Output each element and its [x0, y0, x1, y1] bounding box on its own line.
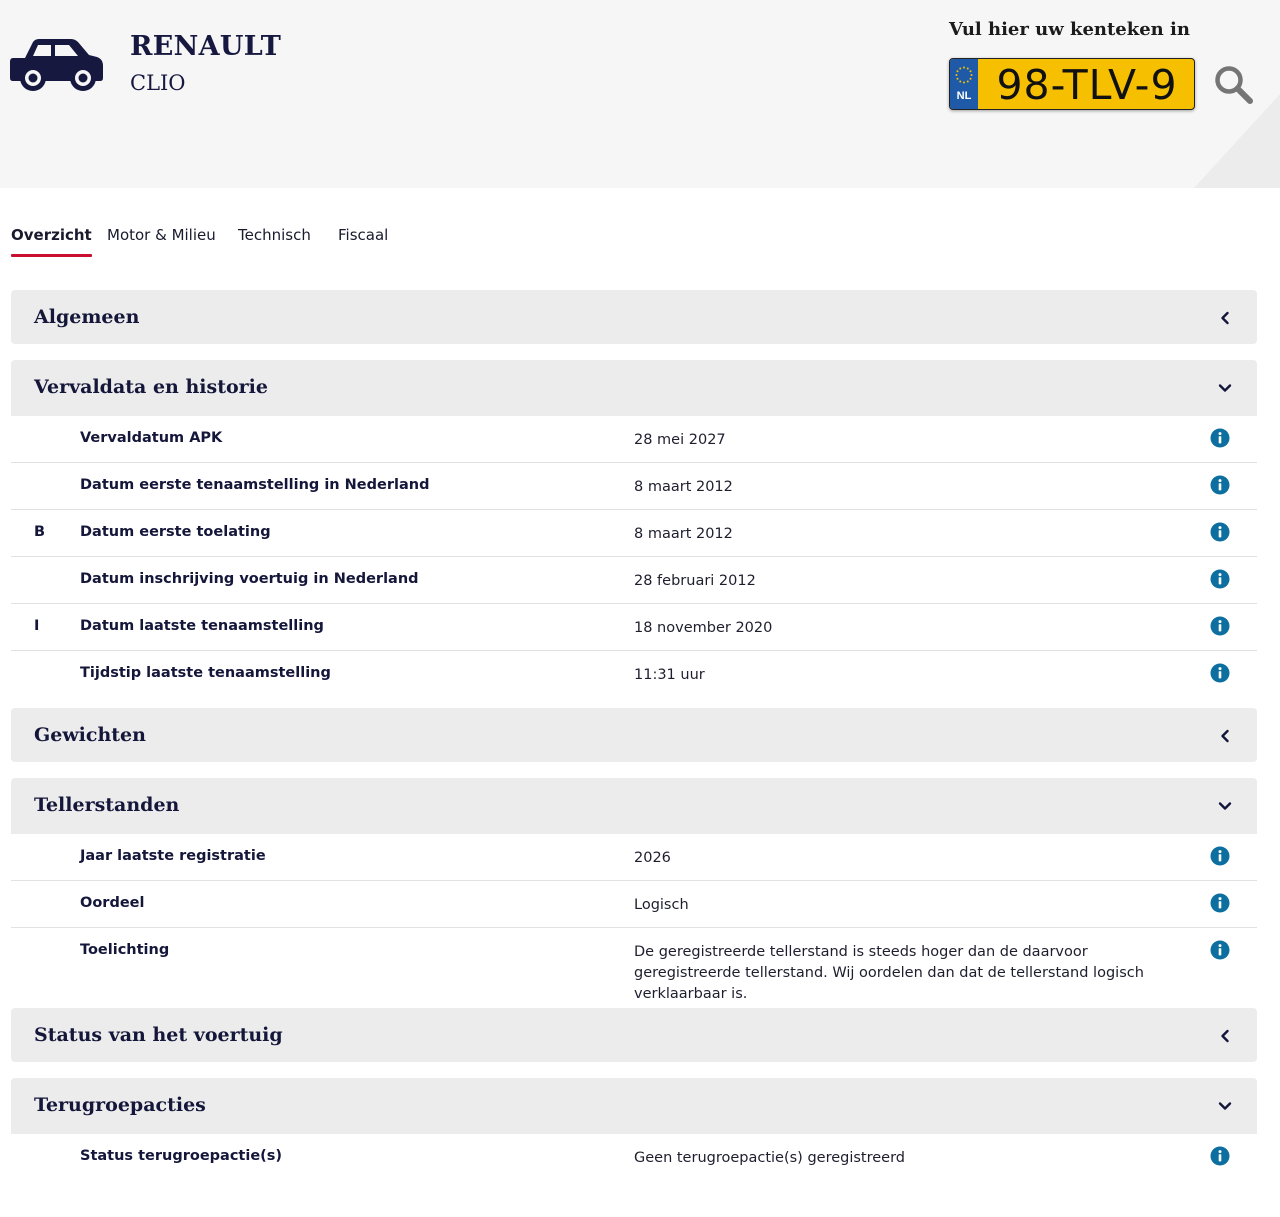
section-title: Algemeen	[34, 306, 140, 328]
section-header-tellerstanden[interactable]: Tellerstanden	[11, 778, 1257, 834]
info-icon[interactable]	[1210, 893, 1230, 913]
row-value: 2026	[634, 850, 671, 866]
row-label: Datum inschrijving voertuig in Nederland	[80, 571, 419, 587]
license-plate-input[interactable]: NL 98-TLV-9	[949, 58, 1195, 110]
tab-overzicht[interactable]: Overzicht	[11, 226, 92, 257]
row-code: B	[34, 524, 46, 540]
row-label: Status terugroepactie(s)	[80, 1148, 283, 1164]
row-value: 28 februari 2012	[634, 573, 756, 589]
section-header-algemeen[interactable]: Algemeen	[11, 290, 1257, 344]
table-row: Vervaldatum APK 28 mei 2027	[11, 416, 1257, 463]
table-row: B Datum eerste toelating 8 maart 2012	[11, 510, 1257, 557]
chevron-down-icon[interactable]	[1217, 1098, 1233, 1114]
chevron-left-icon[interactable]	[1217, 310, 1233, 326]
vehicle-model: CLIO	[130, 71, 186, 95]
row-label: Datum laatste tenaamstelling	[80, 618, 324, 634]
chevron-left-icon[interactable]	[1217, 728, 1233, 744]
row-value: 8 maart 2012	[634, 526, 733, 542]
search-icon[interactable]	[1213, 64, 1255, 106]
plate-number[interactable]: 98-TLV-9	[980, 59, 1194, 109]
row-label: Oordeel	[80, 895, 145, 911]
section-title: Status van het voertuig	[34, 1024, 283, 1046]
table-row: Oordeel Logisch	[11, 881, 1257, 928]
chevron-down-icon[interactable]	[1217, 798, 1233, 814]
row-value: Logisch	[634, 897, 689, 913]
vehicle-brand: RENAULT	[130, 31, 282, 62]
section-header-terugroepacties[interactable]: Terugroepacties	[11, 1078, 1257, 1134]
info-icon[interactable]	[1210, 569, 1230, 589]
section-tellerstanden: Tellerstanden Jaar laatste registratie 2…	[11, 778, 1257, 1002]
eu-flag-strip: NL	[950, 59, 978, 109]
row-label: Datum eerste tenaamstelling in Nederland	[80, 477, 430, 493]
tab-motor-milieu[interactable]: Motor & Milieu	[107, 226, 216, 244]
table-row: I Datum laatste tenaamstelling 18 novemb…	[11, 604, 1257, 651]
section-header-vervaldata[interactable]: Vervaldata en historie	[11, 360, 1257, 416]
section-vervaldata-historie: Vervaldata en historie Vervaldatum APK 2…	[11, 360, 1257, 697]
row-label: Jaar laatste registratie	[80, 848, 266, 864]
section-title: Gewichten	[34, 724, 146, 746]
info-icon[interactable]	[1210, 475, 1230, 495]
info-icon[interactable]	[1210, 522, 1230, 542]
tab-fiscaal[interactable]: Fiscaal	[338, 226, 388, 244]
section-title: Tellerstanden	[34, 794, 180, 816]
info-icon[interactable]	[1210, 940, 1230, 960]
chevron-left-icon[interactable]	[1217, 1028, 1233, 1044]
page-header: RENAULT CLIO Vul hier uw kenteken in NL …	[0, 0, 1280, 188]
eu-stars-icon	[955, 66, 973, 84]
section-status-voertuig: Status van het voertuig	[11, 1008, 1257, 1062]
row-label: Vervaldatum APK	[80, 430, 223, 446]
info-icon[interactable]	[1210, 663, 1230, 683]
row-value: 11:31 uur	[634, 667, 705, 683]
section-gewichten: Gewichten	[11, 708, 1257, 762]
row-value: Geen terugroepactie(s) geregistreerd	[634, 1150, 906, 1166]
table-row: Status terugroepactie(s) Geen terugroepa…	[11, 1134, 1257, 1180]
section-algemeen: Algemeen	[11, 290, 1257, 344]
row-label: Tijdstip laatste tenaamstelling	[80, 665, 331, 681]
row-value: 18 november 2020	[634, 620, 773, 636]
section-terugroepacties: Terugroepacties Status terugroepactie(s)…	[11, 1078, 1257, 1180]
row-value: De geregistreerde tellerstand is steeds …	[634, 944, 1144, 1002]
plate-input-label: Vul hier uw kenteken in	[949, 19, 1190, 40]
row-code: I	[34, 618, 40, 634]
section-title: Terugroepacties	[34, 1094, 206, 1116]
info-icon[interactable]	[1210, 1146, 1230, 1166]
info-icon[interactable]	[1210, 428, 1230, 448]
row-value: 28 mei 2027	[634, 432, 726, 448]
table-row: Jaar laatste registratie 2026	[11, 834, 1257, 881]
info-icon[interactable]	[1210, 616, 1230, 636]
row-value: 8 maart 2012	[634, 479, 733, 495]
tab-technisch[interactable]: Technisch	[238, 226, 311, 244]
car-icon	[10, 39, 103, 91]
header-corner-decoration	[1194, 94, 1280, 188]
table-row: Datum inschrijving voertuig in Nederland…	[11, 557, 1257, 604]
row-label: Datum eerste toelating	[80, 524, 271, 540]
plate-country-code: NL	[956, 90, 972, 102]
section-header-status[interactable]: Status van het voertuig	[11, 1008, 1257, 1062]
section-title: Vervaldata en historie	[34, 376, 268, 398]
chevron-down-icon[interactable]	[1217, 380, 1233, 396]
row-label: Toelichting	[80, 942, 170, 958]
table-row: Tijdstip laatste tenaamstelling 11:31 uu…	[11, 651, 1257, 697]
section-header-gewichten[interactable]: Gewichten	[11, 708, 1257, 762]
info-icon[interactable]	[1210, 846, 1230, 866]
table-row: Toelichting De geregistreerde tellerstan…	[11, 928, 1257, 1002]
table-row: Datum eerste tenaamstelling in Nederland…	[11, 463, 1257, 510]
